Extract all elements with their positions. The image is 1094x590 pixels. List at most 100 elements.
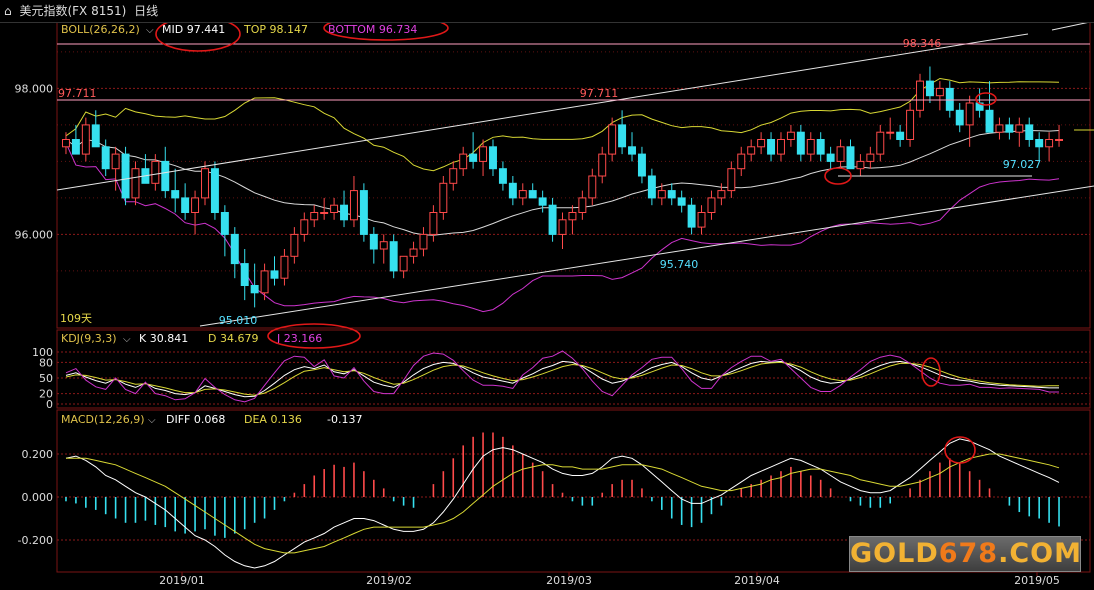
candle-body [101, 146, 110, 170]
upper-trendline [56, 33, 1029, 191]
macd-tick-label: 0.000 [22, 491, 54, 504]
last-low-label: 97.027 [1003, 158, 1042, 171]
macd-diff-value: DIFF 0.068 [166, 413, 225, 426]
candle-body [151, 160, 160, 184]
candle-body [131, 168, 140, 199]
candle-body [707, 197, 716, 213]
kdj-tick-label: 50 [39, 372, 53, 385]
candle-body [558, 219, 567, 235]
kdj-legend-label: KDJ(9,3,3) [61, 332, 117, 345]
period-selector[interactable]: 日线 [134, 4, 158, 18]
boll-mid-value: MID 97.441 [162, 23, 225, 36]
candle-body [876, 131, 885, 155]
boll-bottom-value: BOTTOM 96.734 [328, 23, 417, 36]
candle-body [796, 131, 805, 155]
candle-body [81, 124, 90, 155]
watermark-logo: GOLD678.COM [849, 536, 1081, 572]
candle-body [399, 255, 408, 272]
watermark-part3: .COM [998, 538, 1083, 569]
chart-menu-icon[interactable]: ⌂ [4, 4, 12, 18]
candle-body [161, 160, 170, 192]
watermark-part1: GOLD [850, 538, 939, 569]
candle-body [290, 233, 299, 257]
candle-body [459, 153, 468, 170]
candle-body [300, 219, 309, 235]
candle-body [916, 80, 924, 111]
candle-body [896, 131, 905, 140]
boll-legend-label: BOLL(26,26,2) [61, 23, 140, 36]
candle-body [389, 241, 398, 272]
candle-body [637, 153, 646, 177]
macd-tick-label: 0.200 [22, 448, 54, 461]
candle-body [816, 139, 825, 155]
candle-body [935, 87, 944, 97]
candle-body [548, 204, 557, 235]
candle-body [965, 102, 974, 126]
candle-body [945, 87, 954, 111]
candle-body [618, 124, 627, 148]
candle-body [528, 190, 537, 199]
kdj-line-d [65, 361, 1059, 396]
candle-body [628, 146, 636, 155]
candle-body [230, 233, 239, 265]
boll-menu-icon: ⌵ [146, 25, 154, 36]
candle-body [349, 190, 358, 221]
candle-body [657, 190, 666, 199]
candle-body [1015, 124, 1024, 133]
high-label-right: 98.346 [903, 37, 942, 50]
candle-body [647, 175, 656, 199]
candle-body [826, 153, 835, 162]
day-count-label: 109天 [60, 312, 92, 325]
x-tick-label: 2019/04 [734, 574, 780, 587]
candle-body [677, 197, 686, 206]
candle-body [757, 139, 766, 148]
candle-body [419, 233, 428, 250]
candle-body [121, 153, 130, 199]
candle-body [737, 153, 746, 170]
price-tick-label: 96.000 [15, 228, 54, 241]
candle-body [250, 285, 259, 294]
candle-body [886, 131, 895, 134]
kdj-tick-label: 80 [39, 356, 53, 369]
candle-body [985, 109, 994, 133]
watermark-part2: 678 [938, 538, 999, 569]
candle-body [270, 270, 279, 279]
candle-body [578, 197, 587, 213]
candle-body [687, 204, 696, 228]
candle-body [786, 131, 795, 140]
candle-body [1025, 124, 1034, 141]
candle-body [320, 212, 329, 214]
candle-body [201, 168, 209, 199]
candle-body [955, 109, 964, 126]
candle-body [906, 109, 915, 141]
candle-body [369, 233, 378, 250]
candle-body [856, 160, 865, 170]
stock-chart[interactable]: 98.000 96.000 97.711 97.711 98.346 95.010 95.7… [0, 0, 1094, 590]
candle-body [1035, 139, 1044, 148]
candle-body [220, 212, 229, 235]
candle-body [479, 146, 488, 162]
kdj-k-value: K 30.841 [139, 332, 188, 345]
candle-body [210, 168, 219, 213]
candle-body [498, 168, 507, 184]
candle-body [310, 212, 319, 221]
x-tick-label: 2019/03 [546, 574, 592, 587]
highlight-circle-macd [944, 436, 976, 464]
candle-body [836, 146, 845, 162]
symbol-title: 美元指数(FX 8151) [19, 4, 127, 18]
kdj-menu-icon: ⌵ [123, 334, 131, 345]
candle-body [1005, 124, 1014, 133]
candle-body [171, 190, 180, 199]
candle-body [260, 270, 269, 294]
candle-body [71, 139, 80, 155]
candle-body [429, 212, 438, 235]
macd-legend-label: MACD(12,26,9) [61, 413, 145, 426]
candle-body [469, 153, 478, 162]
candle-body [1055, 139, 1064, 141]
kdj-tick-label: 0 [46, 398, 53, 411]
candle-body [379, 241, 388, 250]
low-label-jan: 95.010 [219, 314, 258, 327]
upper-trendline-ext [1051, 21, 1091, 31]
candle-body [806, 139, 815, 155]
candle-body [330, 204, 339, 213]
